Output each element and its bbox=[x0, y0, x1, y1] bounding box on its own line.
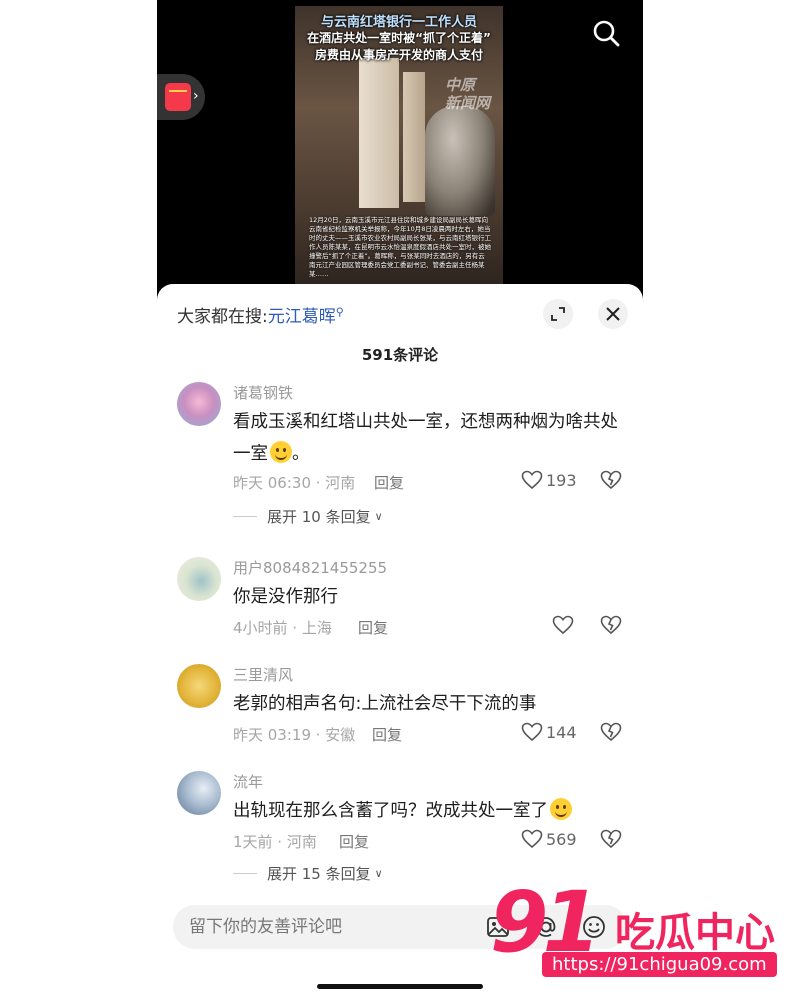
expand-sheet-button[interactable] bbox=[543, 299, 573, 329]
avatar[interactable] bbox=[177, 557, 221, 601]
video-watermark: 中原 新闻网 bbox=[445, 76, 491, 112]
chevron-down-icon: ∨ bbox=[374, 510, 383, 523]
like-button[interactable] bbox=[552, 615, 574, 635]
heart-icon bbox=[552, 615, 574, 635]
comment-text-body: 出轨现在那么含蓄了吗？改成共处一室了 bbox=[233, 801, 548, 821]
expand-replies-button[interactable]: 展开 10 条回复 ∨ bbox=[233, 506, 383, 527]
comment-meta: 1天前 · 河南 bbox=[233, 833, 317, 851]
search-suggestion-keyword[interactable]: 元江葛晖 bbox=[268, 307, 336, 327]
comment-username[interactable]: 流年 bbox=[233, 771, 263, 792]
close-icon bbox=[606, 307, 620, 321]
comment-username[interactable]: 三里清风 bbox=[233, 664, 293, 685]
video-scene-door-2 bbox=[403, 72, 425, 202]
logo-text: 吃瓜中心 bbox=[615, 910, 775, 956]
avatar[interactable] bbox=[177, 382, 221, 426]
video-scene-person bbox=[425, 106, 495, 216]
expand-icon bbox=[551, 307, 565, 321]
comment-text: 出轨现在那么含蓄了吗？改成共处一室了 bbox=[233, 795, 633, 827]
dislike-icon[interactable] bbox=[600, 615, 622, 635]
video-title-line-1: 与云南红塔银行一工作人员 bbox=[320, 15, 477, 30]
like-button[interactable]: 193 bbox=[521, 470, 577, 490]
reply-button[interactable]: 回复 bbox=[339, 831, 369, 852]
comment-input[interactable] bbox=[189, 905, 479, 949]
dislike-icon[interactable] bbox=[600, 470, 622, 490]
reply-button[interactable]: 回复 bbox=[374, 472, 404, 493]
expand-replies-label: 展开 15 条回复 bbox=[267, 865, 371, 883]
divider bbox=[233, 516, 257, 517]
dislike-icon[interactable] bbox=[600, 829, 622, 849]
avatar[interactable] bbox=[177, 664, 221, 708]
expand-replies-button[interactable]: 展开 15 条回复 ∨ bbox=[233, 863, 383, 884]
video-scene-door bbox=[359, 58, 399, 208]
search-suggestion[interactable]: 大家都在搜:元江葛晖⚲ bbox=[177, 302, 344, 327]
chevron-right-icon: › bbox=[193, 88, 199, 104]
site-watermark-logo: 91 吃瓜中心 https://91chigua09.com bbox=[490, 872, 790, 992]
divider bbox=[233, 873, 257, 874]
comment-meta: 昨天 06:30 · 河南 bbox=[233, 474, 356, 492]
reply-button[interactable]: 回复 bbox=[372, 724, 402, 745]
comment-text: 你是没作那行 bbox=[233, 587, 338, 607]
chevron-down-icon: ∨ bbox=[374, 867, 383, 880]
expand-replies-label: 展开 10 条回复 bbox=[267, 508, 371, 526]
comment-text: 看成玉溪和红塔山共处一室，还想两种烟为啥共处一室。 bbox=[233, 406, 633, 470]
search-small-icon: ⚲ bbox=[335, 305, 344, 319]
smile-emoji-icon bbox=[270, 441, 292, 463]
like-count: 569 bbox=[546, 829, 577, 849]
phone-screen: 与云南红塔银行一工作人员 在酒店共处一室时被“抓了个正着” 房费由从事房产开发的… bbox=[157, 0, 643, 1000]
dislike-icon[interactable] bbox=[600, 722, 622, 742]
close-sheet-button[interactable] bbox=[598, 299, 628, 329]
red-envelope-icon bbox=[165, 83, 191, 111]
search-suggestion-prefix: 大家都在搜: bbox=[177, 307, 268, 327]
video-frame: 与云南红塔银行一工作人员 在酒店共处一室时被“抓了个正着” 房费由从事房产开发的… bbox=[295, 6, 503, 296]
like-count: 144 bbox=[546, 722, 577, 742]
home-indicator bbox=[317, 984, 483, 989]
search-icon[interactable] bbox=[591, 18, 621, 48]
reply-button[interactable]: 回复 bbox=[358, 617, 388, 638]
heart-icon bbox=[521, 829, 543, 849]
comment-count: 591条评论 bbox=[361, 346, 439, 364]
logo-url: https://91chigua09.com bbox=[542, 952, 777, 977]
video-caption: 12月20日，云南玉溪市元江县住房和城乡建设局副局长葛晖向云南省纪检监察机关举报… bbox=[309, 216, 491, 278]
heart-icon bbox=[521, 470, 543, 490]
comment-username[interactable]: 诸葛钢铁 bbox=[233, 382, 293, 403]
red-packet-button[interactable]: › bbox=[157, 74, 205, 120]
heart-icon bbox=[521, 722, 543, 742]
comment-text-tail: 。 bbox=[292, 444, 310, 464]
like-button[interactable]: 569 bbox=[521, 829, 577, 849]
grin-sweat-emoji-icon bbox=[550, 798, 572, 820]
video-title-line-2: 在酒店共处一室时被“抓了个正着” bbox=[307, 31, 491, 45]
comment-text: 老郭的相声名句:上流社会尽干下流的事 bbox=[233, 694, 537, 714]
video-player[interactable]: 与云南红塔银行一工作人员 在酒店共处一室时被“抓了个正着” 房费由从事房产开发的… bbox=[157, 0, 643, 300]
avatar[interactable] bbox=[177, 771, 221, 815]
comment-meta: 4小时前 · 上海 bbox=[233, 619, 332, 637]
comment-username[interactable]: 用户8084821455255 bbox=[233, 557, 387, 578]
video-title-line-3: 房费由从事房产开发的商人支付 bbox=[314, 48, 483, 62]
comment-meta: 昨天 03:19 · 安徽 bbox=[233, 726, 356, 744]
like-count: 193 bbox=[546, 470, 577, 490]
like-button[interactable]: 144 bbox=[521, 722, 577, 742]
